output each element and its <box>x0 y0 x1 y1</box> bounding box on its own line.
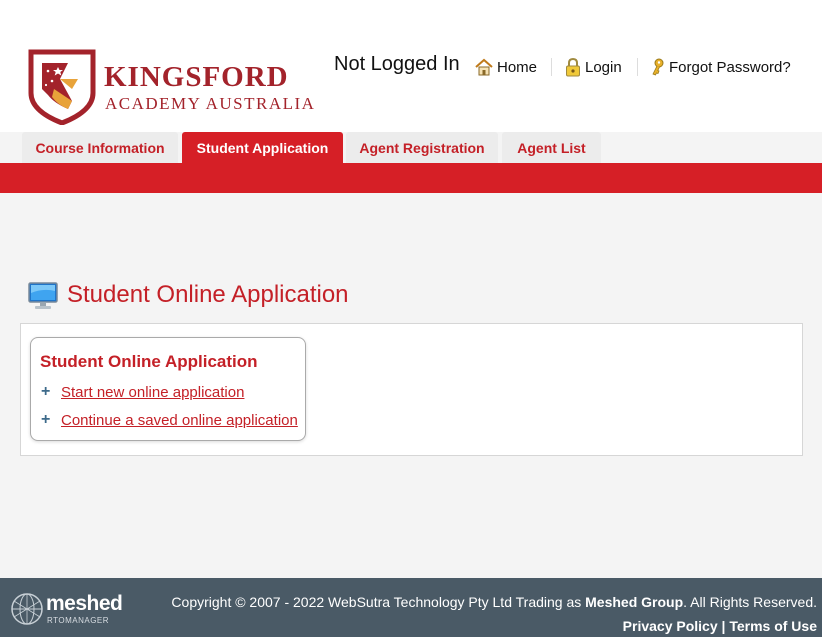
copyright-company: Meshed Group <box>585 594 684 610</box>
copyright-prefix: Copyright © 2007 - 2022 WebSutra Technol… <box>171 594 586 610</box>
forgot-password-link-label: Forgot Password? <box>669 58 791 76</box>
nav-bar <box>0 163 822 193</box>
login-link-label: Login <box>585 58 622 76</box>
privacy-policy-link[interactable]: Privacy Policy <box>623 618 718 634</box>
header: KINGSFORD ACADEMY AUSTRALIA Not Logged I… <box>0 0 822 132</box>
footer: meshed RTOMANAGER Copyright © 2007 - 202… <box>0 578 822 637</box>
box-title: Student Online Application <box>40 352 258 371</box>
tab-label: Student Application <box>196 140 329 156</box>
tab-label: Agent List <box>517 140 586 156</box>
footer-brand-subtitle: RTOMANAGER <box>47 616 110 625</box>
tab-label: Course Information <box>35 140 165 156</box>
forgot-password-link[interactable]: Forgot Password? <box>650 56 791 78</box>
monitor-icon <box>28 282 58 309</box>
footer-link-separator: | <box>717 618 730 634</box>
continue-application-item: + Continue a saved online application <box>41 410 298 430</box>
home-link-label: Home <box>497 58 538 76</box>
login-status: Not Logged In <box>334 53 460 75</box>
tab-course-information[interactable]: Course Information <box>22 132 178 164</box>
plus-icon: + <box>41 383 51 400</box>
copyright-text: Copyright © 2007 - 2022 WebSutra Technol… <box>171 594 817 610</box>
lock-icon <box>566 57 580 77</box>
plus-icon: + <box>41 411 51 428</box>
application-box: Student Online Application + Start new o… <box>30 337 306 441</box>
logo-subtitle: ACADEMY AUSTRALIA <box>105 94 316 113</box>
tab-label: Agent Registration <box>359 140 485 156</box>
content-panel: Student Online Application + Start new o… <box>20 323 803 456</box>
key-icon <box>652 58 664 76</box>
footer-brand-name: meshed <box>46 592 123 615</box>
tab-agent-list[interactable]: Agent List <box>502 132 601 164</box>
globe-icon <box>11 593 43 625</box>
home-icon <box>475 58 493 76</box>
start-application-link[interactable]: Start new online application <box>61 384 244 401</box>
continue-application-link[interactable]: Continue a saved online application <box>61 412 298 429</box>
login-link[interactable]: Login <box>564 56 622 78</box>
link-separator <box>637 58 638 76</box>
copyright-suffix: . All Rights Reserved. <box>683 594 817 610</box>
home-link[interactable]: Home <box>474 56 537 78</box>
tab-agent-registration[interactable]: Agent Registration <box>346 132 498 164</box>
tab-student-application[interactable]: Student Application <box>182 132 343 164</box>
footer-links: Privacy Policy | Terms of Use <box>623 618 817 634</box>
link-separator <box>551 58 552 76</box>
shield-logo-icon <box>28 49 96 125</box>
page-title: Student Online Application <box>67 281 349 308</box>
terms-of-use-link[interactable]: Terms of Use <box>729 618 817 634</box>
logo-name: KINGSFORD <box>104 61 289 93</box>
start-application-item: + Start new online application <box>41 382 244 402</box>
kingsford-logo[interactable]: KINGSFORD ACADEMY AUSTRALIA <box>28 49 314 125</box>
